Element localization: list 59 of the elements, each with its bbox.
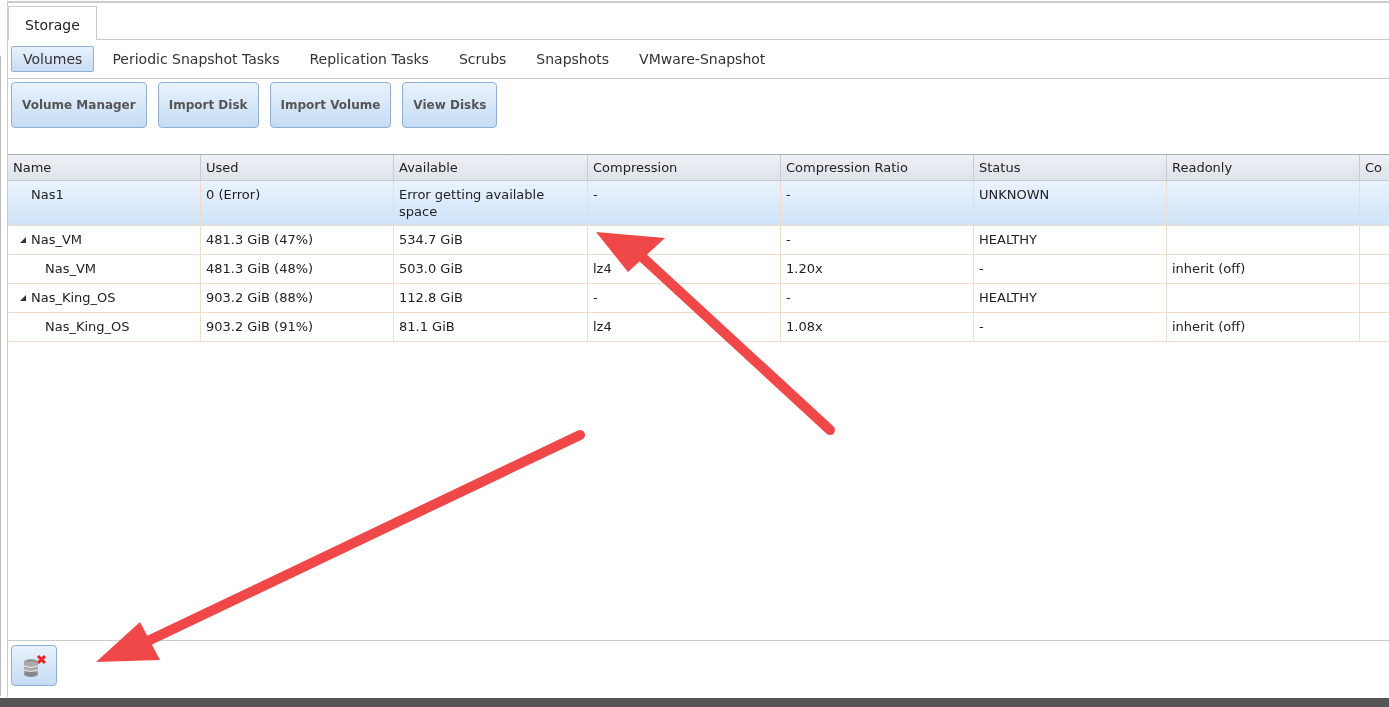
table-cell: 503.0 GiB bbox=[399, 261, 463, 276]
column-header[interactable]: Compression Ratio bbox=[781, 155, 974, 180]
table-cell: 1.20x bbox=[786, 261, 823, 276]
table-cell: 481.3 GiB (47%) bbox=[206, 232, 314, 247]
table-row[interactable]: Nas1 0 (Error) Error getting available space - - UNKNOWN bbox=[8, 181, 1389, 226]
toolbar-button[interactable]: Volume Manager bbox=[11, 82, 147, 128]
table-cell: UNKNOWN bbox=[979, 187, 1050, 202]
table-cell: 903.2 GiB (91%) bbox=[206, 319, 314, 334]
database-delete-icon bbox=[21, 653, 47, 678]
table-cell: lz4 bbox=[593, 261, 612, 276]
column-header[interactable]: Status bbox=[974, 155, 1167, 180]
table-cell: Nas1 bbox=[31, 186, 64, 203]
toolbar-button[interactable]: View Disks bbox=[402, 82, 498, 128]
subtab[interactable]: Periodic Snapshot Tasks bbox=[100, 46, 292, 72]
expanded-icon[interactable] bbox=[19, 294, 27, 302]
table-cell: - bbox=[979, 319, 984, 334]
table-row[interactable]: Nas_VM 481.3 GiB (47%) 534.7 GiB - HEALTHY bbox=[8, 226, 1389, 255]
table-cell: 81.1 GiB bbox=[399, 319, 455, 334]
table-cell: Nas_VM bbox=[31, 231, 83, 248]
table-cell: 481.3 GiB (48%) bbox=[206, 261, 314, 276]
table-cell: - bbox=[786, 187, 791, 202]
table-cell: inherit (off) bbox=[1172, 319, 1246, 334]
subtab[interactable]: VMware-Snapshot bbox=[627, 46, 778, 72]
toolbar-button[interactable]: Import Volume bbox=[269, 82, 392, 128]
table-cell: 903.2 GiB (88%) bbox=[206, 290, 314, 305]
table-cell: Error getting available space bbox=[399, 187, 545, 219]
column-header[interactable]: Used bbox=[201, 155, 394, 180]
table-cell: 0 (Error) bbox=[206, 187, 261, 202]
table-cell: inherit (off) bbox=[1172, 261, 1246, 276]
table-cell: HEALTHY bbox=[979, 290, 1037, 305]
table-cell: 112.8 GiB bbox=[399, 290, 463, 305]
table-cell: - bbox=[593, 187, 598, 202]
subtab[interactable]: Snapshots bbox=[524, 46, 622, 72]
delete-volume-button[interactable] bbox=[11, 645, 57, 686]
expanded-icon[interactable] bbox=[19, 236, 27, 244]
column-header[interactable]: Readonly bbox=[1167, 155, 1360, 180]
table-cell: 534.7 GiB bbox=[399, 232, 463, 247]
table-cell: Nas_VM bbox=[45, 260, 97, 277]
table-cell: 1.08x bbox=[786, 319, 823, 334]
table-row[interactable]: Nas_King_OS 903.2 GiB (91%) 81.1 GiB lz4 1.08x - inherit (off) bbox=[8, 313, 1389, 342]
subtab[interactable]: Scrubs bbox=[446, 46, 519, 72]
column-header[interactable]: Name bbox=[8, 155, 201, 180]
subtab[interactable]: Replication Tasks bbox=[297, 46, 441, 72]
table-cell: - bbox=[786, 232, 791, 247]
table-cell: lz4 bbox=[593, 319, 612, 334]
table-cell: - bbox=[593, 290, 598, 305]
table-cell: - bbox=[979, 261, 984, 276]
table-cell: Nas_King_OS bbox=[45, 318, 130, 335]
table-row[interactable]: Nas_VM 481.3 GiB (48%) 503.0 GiB lz4 1.20x - inherit (off) bbox=[8, 255, 1389, 284]
toolbar-button[interactable]: Import Disk bbox=[157, 82, 259, 128]
column-header[interactable]: Co bbox=[1360, 155, 1389, 180]
table-cell: HEALTHY bbox=[979, 232, 1037, 247]
table-cell: - bbox=[786, 290, 791, 305]
column-header[interactable]: Compression bbox=[588, 155, 781, 180]
tab[interactable]: Storage bbox=[8, 6, 97, 40]
column-header[interactable]: Available bbox=[394, 155, 588, 180]
table-row[interactable]: Nas_King_OS 903.2 GiB (88%) 112.8 GiB - - HEALTHY bbox=[8, 284, 1389, 313]
subtab[interactable]: Volumes bbox=[11, 46, 95, 72]
table-cell: Nas_King_OS bbox=[31, 289, 116, 306]
